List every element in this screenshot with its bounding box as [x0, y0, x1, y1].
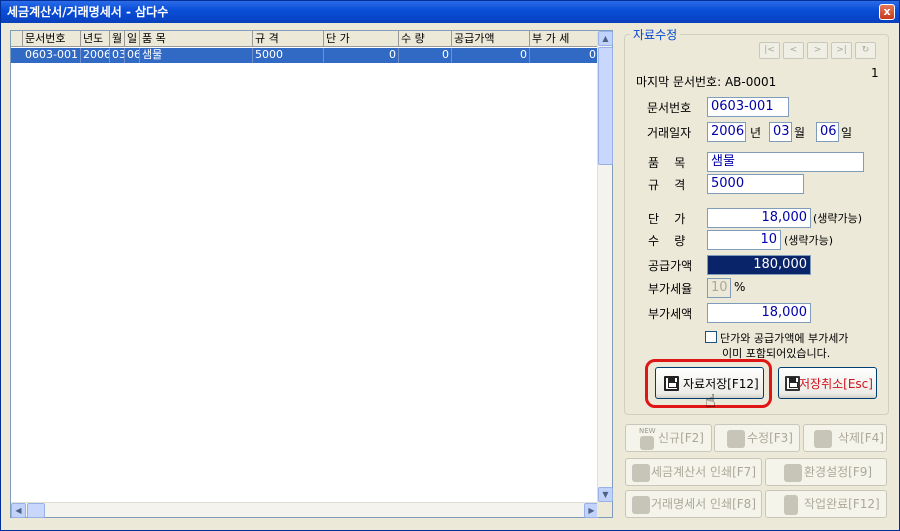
floppy-disk-icon [664, 376, 679, 391]
vat-rate-input[interactable]: 10 [707, 278, 731, 298]
scrollbar-corner [597, 502, 612, 517]
cancel-save-button[interactable]: 저장취소[Esc] [778, 367, 877, 399]
col-qty[interactable]: 수 량 [399, 31, 452, 47]
grid-header: 문서번호 년도 월 일 품 목 규 격 단 가 수 량 공급가액 부 가 세 [11, 31, 599, 47]
scroll-up-icon[interactable]: ▲ [598, 31, 613, 46]
item-label: 품 목 [648, 156, 686, 170]
qty-label: 수 량 [648, 234, 686, 248]
nav-prev-button[interactable]: < [783, 42, 804, 59]
col-supply[interactable]: 공급가액 [452, 31, 530, 47]
delete-button-label: 삭제[F4] [838, 431, 884, 445]
vertical-scroll-thumb[interactable] [598, 47, 613, 165]
spec-label: 규 격 [648, 178, 686, 192]
col-spec[interactable]: 규 격 [253, 31, 324, 47]
print-invoice-button[interactable]: 세금계산서 인쇄[F7] [625, 458, 762, 486]
last-doc-number: 마지막 문서번호: AB-0001 [636, 75, 777, 89]
nav-refresh-button[interactable]: ↻ [855, 42, 876, 59]
finish-button[interactable]: 작업완료[F12] [765, 490, 887, 518]
hand-cursor-icon: ☝ [705, 391, 716, 412]
month-input[interactable]: 03 [769, 122, 792, 142]
unit-price-optional-note: (생략가능) [813, 212, 863, 225]
records-grid[interactable]: 문서번호 년도 월 일 품 목 규 격 단 가 수 량 공급가액 부 가 세 0… [10, 30, 613, 518]
qty-input[interactable]: 10 [707, 230, 781, 250]
record-number: 1 [871, 66, 879, 80]
edit-group-title: 자료수정 [630, 26, 681, 43]
print-invoice-button-label: 세금계산서 인쇄[F7] [651, 465, 756, 479]
floppy-cancel-icon [785, 376, 800, 391]
vat-amount-input[interactable]: 18,000 [707, 303, 811, 323]
doc-no-label: 문서번호 [647, 101, 692, 115]
vat-amount-label: 부가세액 [648, 307, 693, 321]
cell-unit-price: 0 [324, 48, 399, 63]
col-month[interactable]: 월 [110, 31, 125, 47]
close-button[interactable]: x [879, 4, 895, 20]
exit-door-icon [784, 495, 798, 515]
cell-month: 03 [112, 48, 125, 63]
printer-icon-2 [632, 496, 650, 514]
cell-day: 06 [127, 48, 140, 63]
date-label: 거래일자 [647, 126, 692, 140]
edit-button-label: 수정[F3] [747, 431, 793, 445]
qty-optional-note: (생략가능) [784, 234, 834, 247]
cell-spec: 5000 [253, 48, 324, 63]
day-input[interactable]: 06 [816, 122, 839, 142]
edit-tools-icon [727, 430, 745, 448]
item-input[interactable]: 샘물 [707, 152, 864, 172]
nav-next-button[interactable]: > [807, 42, 828, 59]
print-statement-button[interactable]: 거래명세서 인쇄[F8] [625, 490, 762, 518]
year-input[interactable]: 2006 [707, 122, 746, 142]
supply-label: 공급가액 [648, 259, 693, 273]
cell-qty: 0 [399, 48, 452, 63]
col-vat[interactable]: 부 가 세 [530, 31, 599, 47]
vertical-scrollbar[interactable]: ▲ ▼ [597, 31, 613, 502]
settings-tools-icon [784, 464, 802, 482]
title-bar: 세금계산서/거래명세서 - 삼다수 [1, 1, 899, 23]
horizontal-scrollbar[interactable]: ◀ ▶ [11, 502, 599, 518]
print-statement-button-label: 거래명세서 인쇄[F8] [651, 497, 756, 511]
day-unit: 일 [841, 126, 853, 140]
vat-rate-label: 부가세율 [648, 282, 693, 296]
nav-last-button[interactable]: >| [831, 42, 852, 59]
new-button[interactable]: NEW 신규[F2] [625, 424, 712, 452]
grid-header-indicator [11, 31, 23, 47]
save-button-label: 자료저장[F12] [683, 377, 759, 391]
supply-input[interactable]: 180,000 [707, 255, 811, 275]
percent-sign: % [734, 280, 746, 294]
unit-price-label: 단 가 [648, 212, 686, 226]
new-button-label: 신규[F2] [658, 431, 704, 445]
new-icon: NEW [639, 427, 656, 435]
vat-included-checkbox[interactable] [705, 331, 717, 343]
edit-button[interactable]: 수정[F3] [714, 424, 800, 452]
cell-vat: 0 [530, 48, 599, 63]
horizontal-scroll-thumb[interactable] [27, 503, 45, 518]
nav-first-button[interactable]: |< [759, 42, 780, 59]
printer-icon [632, 464, 650, 482]
cancel-save-button-label: 저장취소[Esc] [799, 377, 873, 391]
month-unit: 월 [794, 126, 806, 140]
window-title: 세금계산서/거래명세서 - 삼다수 [7, 5, 169, 19]
finish-button-label: 작업완료[F12] [804, 497, 880, 511]
cell-doc-no: 0603-001 [23, 48, 81, 63]
new-users-icon [640, 436, 654, 450]
col-doc-no[interactable]: 문서번호 [23, 31, 81, 47]
unit-price-input[interactable]: 18,000 [707, 208, 811, 228]
settings-button[interactable]: 환경설정[F9] [765, 458, 887, 486]
delete-user-icon [814, 430, 832, 448]
delete-button[interactable]: 삭제[F4] [803, 424, 887, 452]
col-item[interactable]: 품 목 [140, 31, 253, 47]
settings-button-label: 환경설정[F9] [804, 465, 873, 479]
col-unit-price[interactable]: 단 가 [324, 31, 399, 47]
cell-supply: 0 [452, 48, 530, 63]
spec-input[interactable]: 5000 [707, 174, 804, 194]
cell-year: 2006 [83, 48, 110, 63]
scroll-down-icon[interactable]: ▼ [598, 487, 613, 502]
scroll-left-icon[interactable]: ◀ [11, 503, 26, 518]
col-day[interactable]: 일 [125, 31, 140, 47]
cell-item: 샘물 [140, 48, 253, 63]
vat-included-label-line1: 단가와 공급가액에 부가세가 [720, 332, 849, 345]
col-year[interactable]: 년도 [81, 31, 110, 47]
table-row[interactable]: 0603-001 2006 03 06 샘물 5000 0 0 0 0 [11, 48, 599, 63]
doc-no-input[interactable]: 0603-001 [707, 97, 789, 117]
year-unit: 년 [750, 126, 762, 140]
